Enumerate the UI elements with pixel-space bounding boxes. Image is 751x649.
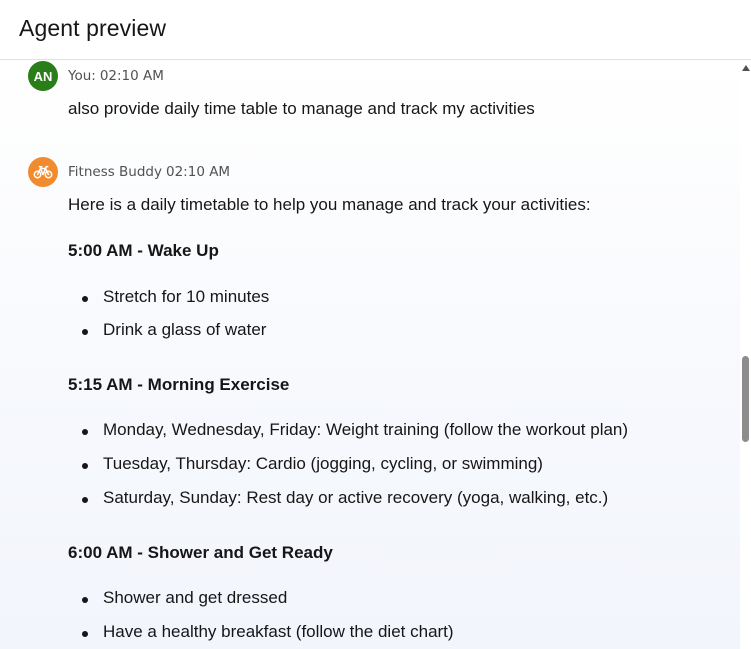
chat-scrollbar[interactable]	[740, 60, 751, 649]
bot-message: Fitness Buddy 02:10 AM Here is a daily ti…	[28, 157, 728, 649]
scroll-thumb[interactable]	[742, 356, 749, 442]
scroll-up-arrow-icon[interactable]	[742, 65, 750, 71]
list-item: Shower and get dressed	[68, 588, 454, 622]
panel-header: Agent preview	[0, 0, 751, 60]
list-item: Tuesday, Thursday: Cardio (jogging, cycl…	[68, 454, 628, 488]
agent-preview-panel: Agent preview AN You: 02:10 AM also provi…	[0, 0, 751, 649]
user-message-text: also provide daily time table to manage …	[68, 99, 535, 118]
panel-title: Agent preview	[19, 15, 167, 41]
section-heading: 5:15 AM - Morning Exercise	[68, 375, 290, 394]
section-list: Monday, Wednesday, Friday: Weight traini…	[68, 420, 628, 522]
section-heading: 6:00 AM - Shower and Get Ready	[68, 543, 333, 562]
bot-sender-label: Fitness Buddy	[68, 164, 162, 180]
bot-message-time: 02:10 AM	[166, 164, 231, 180]
list-item: Saturday, Sunday: Rest day or active rec…	[68, 488, 628, 522]
bot-message-meta: Fitness Buddy 02:10 AM	[68, 164, 230, 180]
section-list: Shower and get dressed Have a healthy br…	[68, 588, 454, 649]
user-message-time: 02:10 AM	[99, 68, 164, 84]
user-message: AN You: 02:10 AM also provide daily time …	[28, 61, 728, 131]
list-item: Monday, Wednesday, Friday: Weight traini…	[68, 420, 628, 454]
section-heading: 5:00 AM - Wake Up	[68, 241, 219, 260]
user-message-meta: You: 02:10 AM	[68, 68, 164, 84]
list-item: Stretch for 10 minutes	[68, 287, 269, 320]
bot-avatar	[28, 157, 58, 187]
bot-intro-text: Here is a daily timetable to help you ma…	[68, 195, 591, 214]
bicycle-icon	[33, 165, 53, 179]
section-list: Stretch for 10 minutes Drink a glass of …	[68, 287, 269, 353]
chat-transcript[interactable]: AN You: 02:10 AM also provide daily time …	[0, 60, 740, 649]
user-avatar: AN	[28, 61, 58, 91]
user-sender-label: You:	[68, 68, 96, 84]
list-item: Have a healthy breakfast (follow the die…	[68, 622, 454, 649]
list-item: Drink a glass of water	[68, 320, 269, 353]
